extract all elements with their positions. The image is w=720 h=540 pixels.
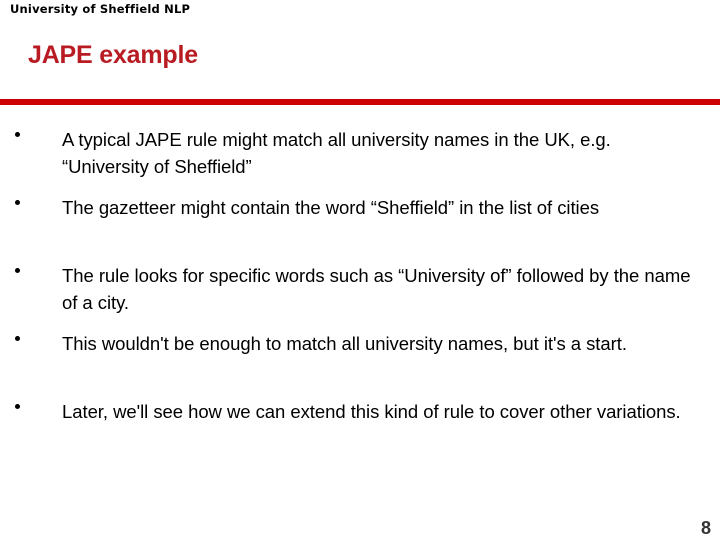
page-number: 8 xyxy=(700,518,711,538)
title-divider-bar xyxy=(0,99,720,105)
list-item: The gazetteer might contain the word “Sh… xyxy=(0,194,720,248)
page-title: JAPE example xyxy=(28,41,198,69)
presentation-slide: University of Sheffield NLP JAPE example… xyxy=(0,0,720,540)
list-item: Later, we'll see how we can extend this … xyxy=(0,398,720,452)
list-item-text: The rule looks for specific words such a… xyxy=(62,265,691,313)
bullet-dot-icon xyxy=(15,404,20,409)
list-item-text: A typical JAPE rule might match all univ… xyxy=(62,129,611,177)
bullet-dot-icon xyxy=(15,268,20,273)
list-item: A typical JAPE rule might match all univ… xyxy=(0,126,720,180)
list-item: The rule looks for specific words such a… xyxy=(0,262,720,316)
list-item: This wouldn't be enough to match all uni… xyxy=(0,330,720,384)
bullet-dot-icon xyxy=(15,200,20,205)
bullet-dot-icon xyxy=(15,336,20,341)
organization-header: University of Sheffield NLP xyxy=(10,2,191,16)
bullet-list: A typical JAPE rule might match all univ… xyxy=(0,126,720,466)
bullet-dot-icon xyxy=(15,132,20,137)
list-item-text: The gazetteer might contain the word “Sh… xyxy=(62,197,600,218)
list-item-text: This wouldn't be enough to match all uni… xyxy=(62,333,627,354)
list-item-text: Later, we'll see how we can extend this … xyxy=(62,401,681,422)
